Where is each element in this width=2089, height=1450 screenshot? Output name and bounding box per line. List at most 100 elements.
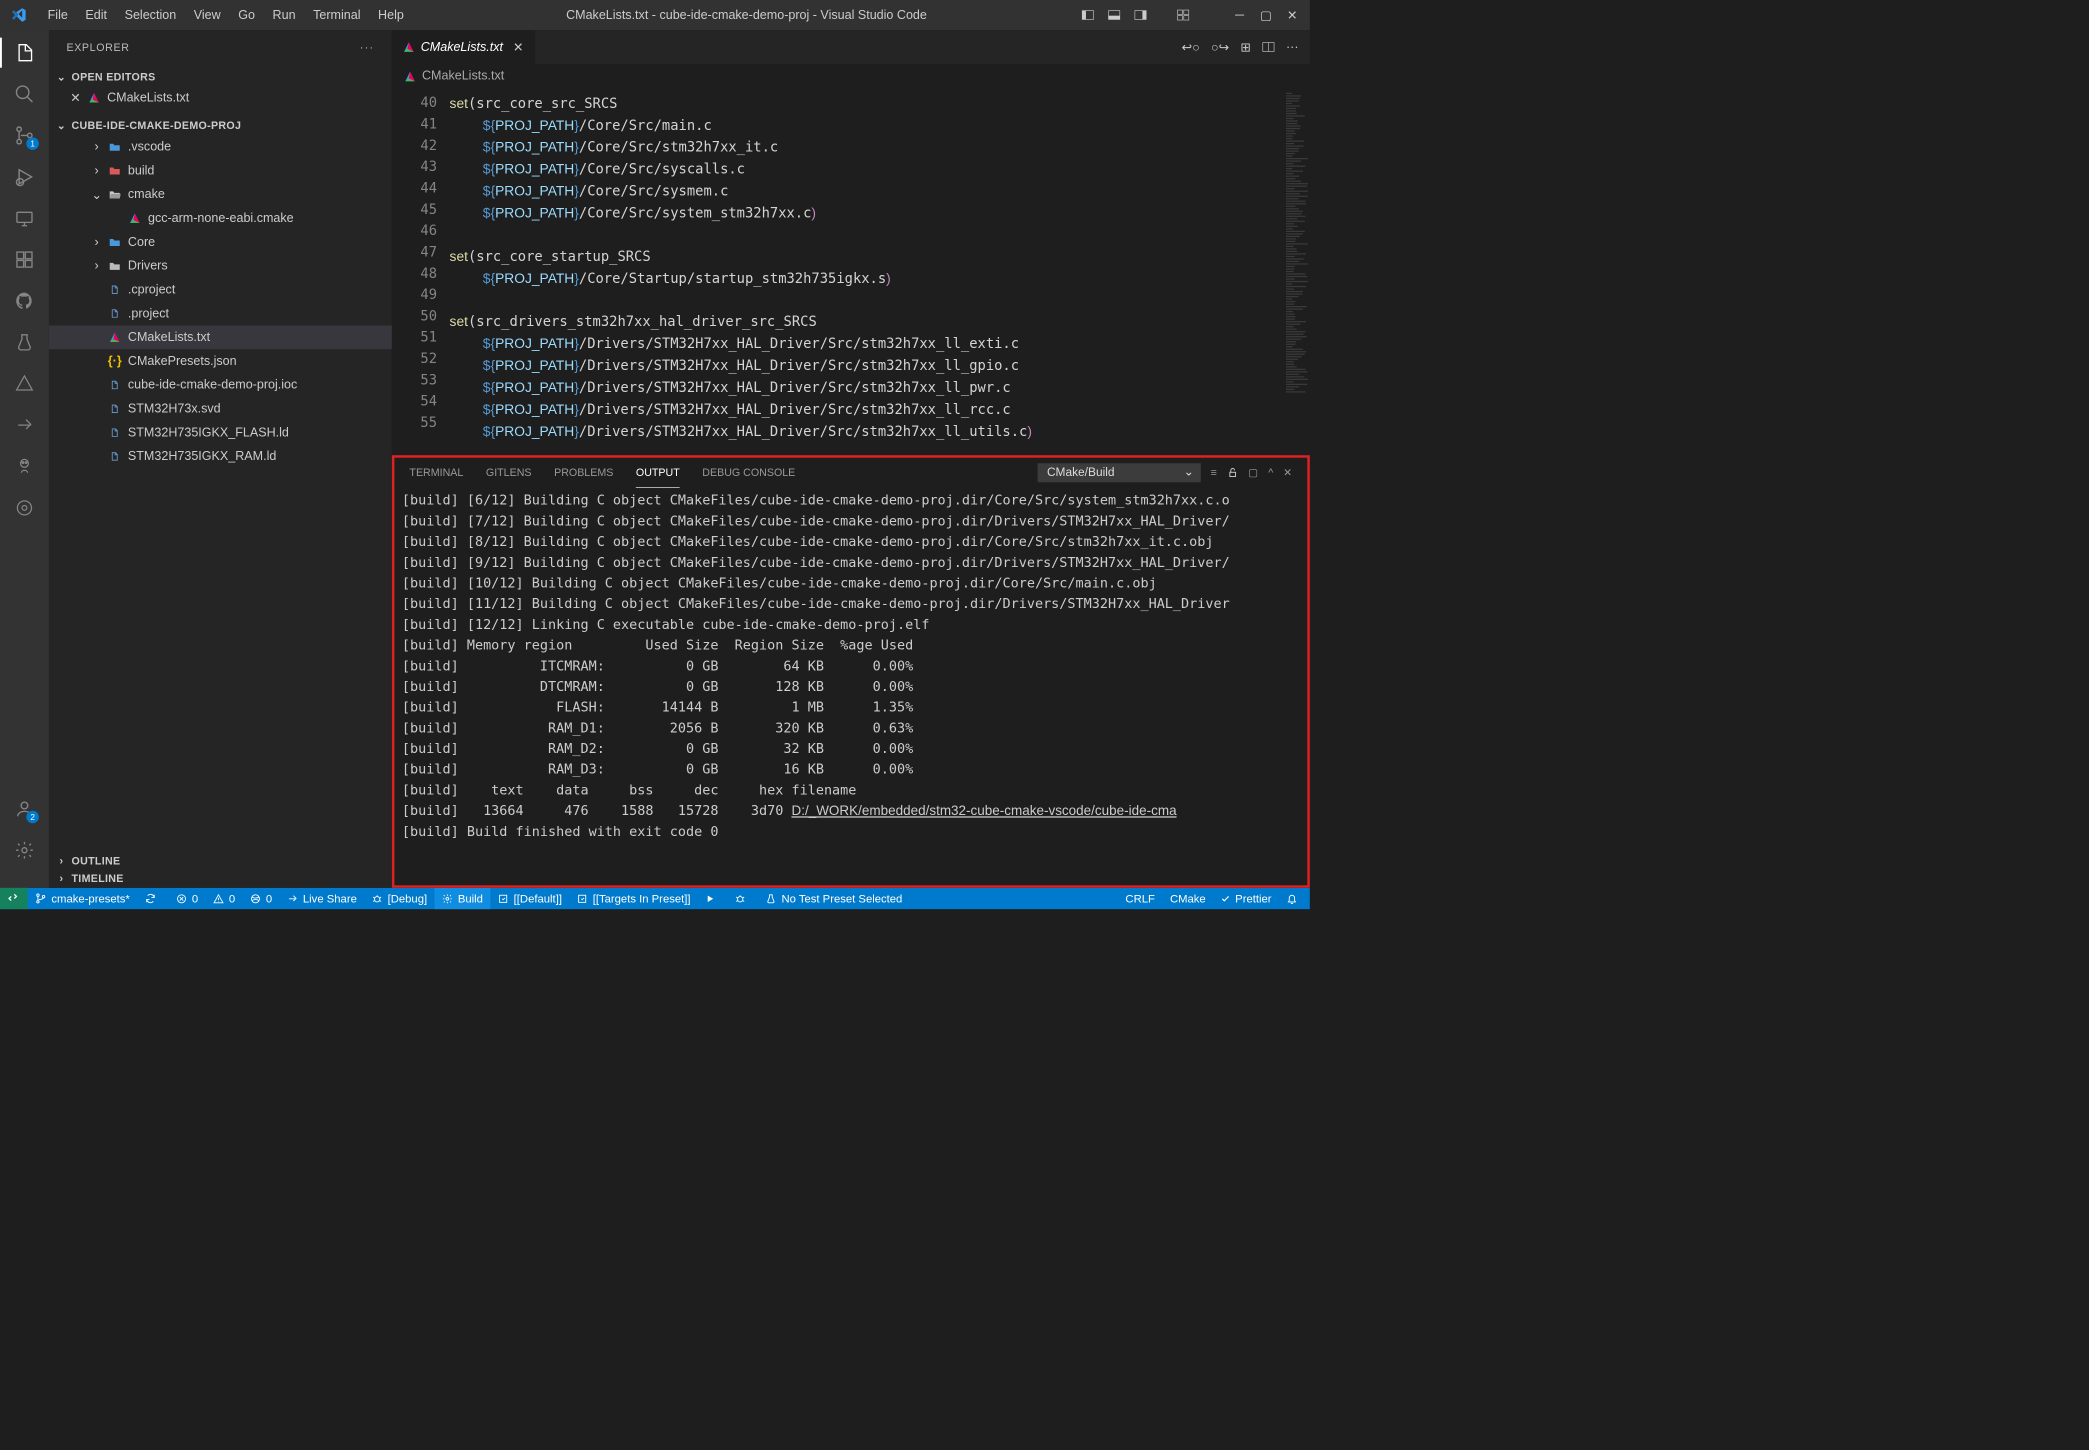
tree-file-.cproject[interactable]: .cproject: [49, 278, 392, 302]
maximize-button[interactable]: ▢: [1258, 7, 1273, 23]
menu-go[interactable]: Go: [231, 4, 263, 26]
minimize-button[interactable]: ─: [1232, 8, 1247, 22]
breadcrumb-text: CMakeLists.txt: [422, 69, 504, 83]
tree-folder-.vscode[interactable]: ›.vscode: [49, 135, 392, 159]
panel-close-icon[interactable]: ✕: [1283, 466, 1292, 479]
menu-run[interactable]: Run: [265, 4, 303, 26]
accounts-icon[interactable]: 2: [12, 796, 37, 821]
gitlens-icon[interactable]: [12, 495, 37, 520]
menu-edit[interactable]: Edit: [78, 4, 115, 26]
tree-file-CMakeLists.txt[interactable]: CMakeLists.txt: [49, 325, 392, 349]
panel-tab-problems[interactable]: PROBLEMS: [554, 466, 613, 479]
status-item-play[interactable]: [698, 888, 727, 909]
panel-tab-gitlens[interactable]: GITLENS: [486, 466, 532, 479]
status-item-prettier[interactable]: Prettier: [1213, 888, 1279, 909]
tree-item-label: .cproject: [128, 282, 175, 296]
github-icon[interactable]: [12, 288, 37, 313]
tree-file-cube-ide-cmake-demo-proj.ioc[interactable]: cube-ide-cmake-demo-proj.ioc: [49, 373, 392, 397]
code-editor[interactable]: 40414243444546474849505152535455 set(src…: [392, 89, 1310, 455]
platformio-icon[interactable]: [12, 454, 37, 479]
more-actions-icon[interactable]: ···: [1286, 40, 1299, 54]
layout-bottom-icon[interactable]: [1108, 9, 1123, 22]
folder-blue-icon: [108, 140, 122, 154]
menu-selection[interactable]: Selection: [117, 4, 184, 26]
folder-root-section[interactable]: ⌄CUBE-IDE-CMAKE-DEMO-PROJ: [49, 117, 392, 135]
panel-tab-terminal[interactable]: TERMINAL: [409, 466, 463, 479]
file-icon: [108, 402, 122, 416]
status-item-sync[interactable]: [137, 888, 168, 909]
status-item--debug-[interactable]: [Debug]: [364, 888, 434, 909]
settings-gear-icon[interactable]: [12, 838, 37, 863]
tree-folder-cmake[interactable]: ⌄cmake: [49, 182, 392, 206]
output-content[interactable]: [build] [6/12] Building C object CMakeFi…: [394, 488, 1307, 886]
go-forward-icon[interactable]: ○↪: [1211, 39, 1229, 55]
lock-scroll-icon[interactable]: [1227, 467, 1238, 478]
tree-file-STM32H735IGKX_FLASH.ld[interactable]: STM32H735IGKX_FLASH.ld: [49, 421, 392, 445]
status-item-live-share[interactable]: Live Share: [280, 888, 365, 909]
menu-file[interactable]: File: [40, 4, 75, 26]
tree-item-label: STM32H735IGKX_RAM.ld: [128, 449, 276, 463]
explorer-more-icon[interactable]: ···: [360, 41, 374, 54]
menu-terminal[interactable]: Terminal: [306, 4, 368, 26]
menu-help[interactable]: Help: [371, 4, 412, 26]
chevron-icon: ›: [92, 140, 102, 154]
close-tab-icon[interactable]: ✕: [513, 39, 524, 55]
tree-file-STM32H73x.svd[interactable]: STM32H73x.svd: [49, 397, 392, 421]
status-item--targets-in-preset-[interactable]: [[Targets In Preset]]: [569, 888, 698, 909]
layout-right-icon[interactable]: [1134, 9, 1149, 22]
status-item-cmake-presets-[interactable]: cmake-presets*: [28, 888, 138, 909]
status-item-bug2[interactable]: [728, 888, 759, 909]
live-share-icon[interactable]: [12, 413, 37, 438]
testing-icon[interactable]: [12, 330, 37, 355]
tree-folder-build[interactable]: ›build: [49, 159, 392, 183]
compare-icon[interactable]: ⊞: [1240, 39, 1251, 55]
split-editor-icon[interactable]: [1262, 41, 1275, 54]
cmake-icon: [128, 211, 142, 225]
open-editor-item[interactable]: ✕ CMakeLists.txt: [49, 86, 392, 110]
remote-explorer-icon[interactable]: [12, 206, 37, 231]
status-item-build[interactable]: Build: [435, 888, 491, 909]
panel-tab-debug-console[interactable]: DEBUG CONSOLE: [702, 466, 795, 479]
breadcrumb[interactable]: CMakeLists.txt: [392, 64, 1310, 89]
explorer-icon[interactable]: [12, 40, 37, 65]
tree-folder-Core[interactable]: ›Core: [49, 230, 392, 254]
outline-section[interactable]: ›OUTLINE: [49, 853, 392, 871]
menu-view[interactable]: View: [186, 4, 228, 26]
minimap[interactable]: [1282, 89, 1310, 455]
open-editors-label: OPEN EDITORS: [71, 71, 155, 84]
close-button[interactable]: ✕: [1285, 7, 1300, 23]
cmake-icon[interactable]: [12, 371, 37, 396]
extensions-icon[interactable]: [12, 247, 37, 272]
status-item-0[interactable]: 0: [243, 888, 280, 909]
panel-maximize-icon[interactable]: ^: [1268, 466, 1273, 479]
status-item-crlf[interactable]: CRLF: [1118, 888, 1163, 909]
status-item-no-test-preset-selected[interactable]: No Test Preset Selected: [758, 888, 910, 909]
go-back-icon[interactable]: ↩○: [1182, 39, 1200, 55]
open-editors-section[interactable]: ⌄OPEN EDITORS: [49, 68, 392, 86]
timeline-section[interactable]: ›TIMELINE: [49, 870, 392, 888]
status-item-cmake[interactable]: CMake: [1162, 888, 1213, 909]
output-channel-select[interactable]: CMake/Build: [1038, 463, 1201, 482]
status-item-bell[interactable]: [1279, 888, 1310, 909]
tree-file-STM32H735IGKX_RAM.ld[interactable]: STM32H735IGKX_RAM.ld: [49, 445, 392, 469]
status-item-0[interactable]: 0: [206, 888, 243, 909]
source-control-icon[interactable]: 1: [12, 123, 37, 148]
layout-left-icon[interactable]: [1082, 9, 1097, 22]
status-item-0[interactable]: 0: [169, 888, 206, 909]
code-content[interactable]: set(src_core_src_SRCS ${PROJ_PATH}/Core/…: [450, 89, 1310, 455]
status-remote[interactable]: [0, 888, 28, 909]
editor-tab[interactable]: CMakeLists.txt ✕: [392, 30, 536, 64]
folder-open-icon: [108, 187, 122, 201]
tree-file-gcc-arm-none-eabi.cmake[interactable]: gcc-arm-none-eabi.cmake: [49, 206, 392, 230]
filter-icon[interactable]: ≡: [1211, 466, 1217, 479]
status-item--default-[interactable]: [[Default]]: [490, 888, 569, 909]
layout-customize-icon[interactable]: [1177, 9, 1192, 22]
panel-tab-output[interactable]: OUTPUT: [636, 466, 680, 487]
search-icon[interactable]: [12, 82, 37, 107]
tree-file-.project[interactable]: .project: [49, 302, 392, 326]
clear-output-icon[interactable]: ▢: [1248, 466, 1258, 479]
tree-file-CMakePresets.json[interactable]: {·}CMakePresets.json: [49, 349, 392, 373]
tree-folder-Drivers[interactable]: ›Drivers: [49, 254, 392, 278]
close-icon[interactable]: ✕: [70, 90, 81, 106]
run-debug-icon[interactable]: [12, 164, 37, 189]
